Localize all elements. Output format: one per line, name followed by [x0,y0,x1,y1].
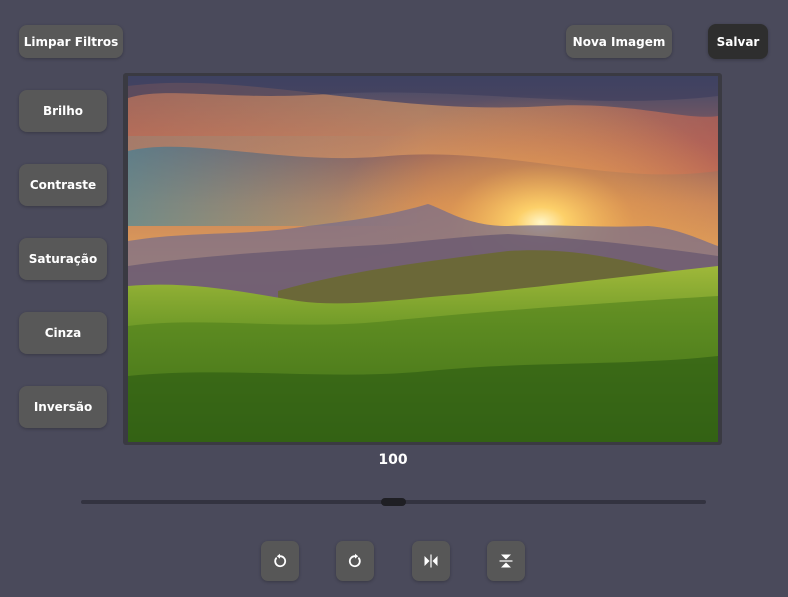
flip-vertical-icon [499,554,513,568]
new-image-button[interactable]: Nova Imagem [566,25,672,58]
rotate-left-icon [274,553,287,568]
flip-horizontal-icon [424,554,438,568]
flip-vertical-button[interactable] [487,541,525,581]
filter-contrast-button[interactable]: Contraste [19,164,107,206]
rotate-left-button[interactable] [261,541,299,581]
flip-horizontal-button[interactable] [412,541,450,581]
filter-slider-thumb[interactable] [381,498,406,506]
preview-image [128,76,718,442]
rotate-right-button[interactable] [336,541,374,581]
save-button[interactable]: Salvar [708,24,768,59]
clear-filters-button[interactable]: Limpar Filtros [19,25,123,58]
image-preview [123,73,722,445]
filter-inversion-button[interactable]: Inversão [19,386,107,428]
filter-saturation-button[interactable]: Saturação [19,238,107,280]
filter-grayscale-button[interactable]: Cinza [19,312,107,354]
filter-value-label: 100 [378,452,408,468]
filter-brightness-button[interactable]: Brilho [19,90,107,132]
rotate-right-icon [348,553,361,568]
